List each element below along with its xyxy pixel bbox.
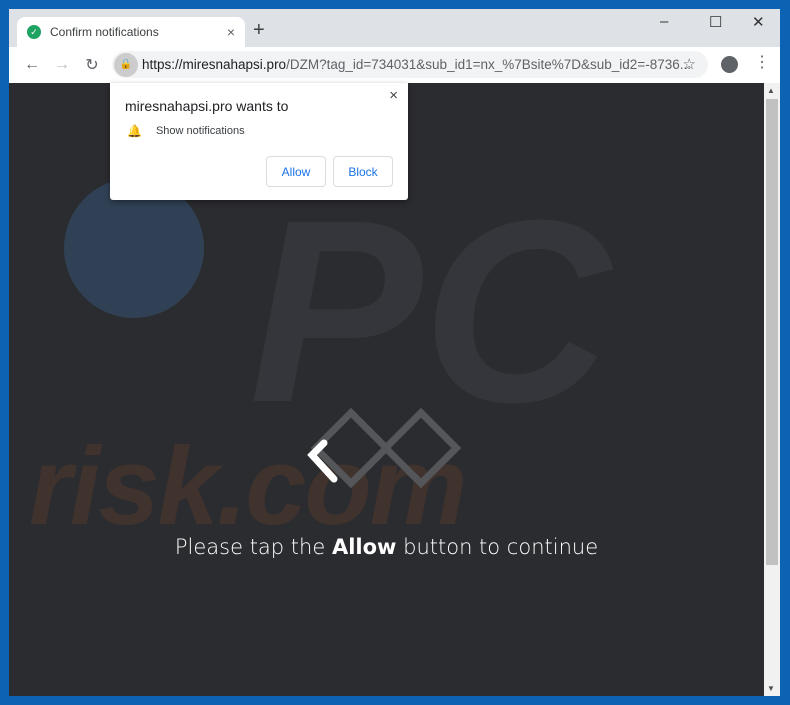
new-tab-button[interactable]: +: [253, 19, 265, 42]
url-host: https://miresnahapsi.pro: [142, 57, 287, 72]
minimize-button[interactable]: –: [660, 13, 668, 30]
maximize-button[interactable]: ☐: [709, 13, 722, 31]
popup-close-icon[interactable]: ×: [389, 87, 398, 104]
scrollbar[interactable]: ▲ ▼: [764, 83, 780, 696]
notification-permission-popup: miresnahapsi.pro wants to × 🔔 Show notif…: [110, 83, 408, 200]
instruction-text: Please tap the Allow button to continue: [9, 535, 764, 559]
tab-close-icon[interactable]: ×: [227, 24, 235, 40]
tab-confirm-notifications[interactable]: ✓ Confirm notifications ×: [17, 17, 245, 47]
reload-button[interactable]: ↻: [77, 55, 107, 75]
menu-kebab-icon[interactable]: ⋮: [754, 52, 770, 72]
scroll-up-icon[interactable]: ▲: [767, 86, 775, 95]
tab-title: Confirm notifications: [50, 25, 159, 39]
scroll-down-icon[interactable]: ▼: [767, 684, 775, 693]
msg-bold: Allow: [331, 535, 397, 559]
msg-after: button to continue: [396, 535, 599, 559]
browser-window: ✓ Confirm notifications × + – ☐ ✕ ← → ↻ …: [9, 9, 780, 696]
lock-icon[interactable]: 🔒: [114, 52, 138, 77]
popup-title: miresnahapsi.pro wants to: [125, 98, 289, 114]
permission-label: Show notifications: [155, 125, 245, 137]
msg-before: Please tap the: [174, 535, 332, 559]
loading-spinner-icon: [307, 407, 462, 489]
back-button[interactable]: ←: [17, 56, 47, 74]
address-bar[interactable]: 🔒 https://miresnahapsi.pro/DZM?tag_id=73…: [112, 51, 708, 78]
check-circle-icon: ✓: [27, 25, 41, 39]
toolbar: ← → ↻ 🔒 https://miresnahapsi.pro/DZM?tag…: [9, 47, 780, 83]
bookmark-star-icon[interactable]: ☆: [683, 55, 696, 73]
bell-icon: 🔔: [127, 124, 142, 138]
url-path: /DZM?tag_id=734031&sub_id1=nx_%7Bsite%7D…: [286, 57, 691, 72]
block-button[interactable]: Block: [333, 156, 393, 187]
scrollbar-thumb[interactable]: [766, 99, 778, 565]
permission-row: 🔔 Show notifications: [127, 124, 245, 138]
close-window-button[interactable]: ✕: [752, 13, 765, 31]
account-icon[interactable]: [721, 56, 738, 73]
forward-button[interactable]: →: [47, 56, 77, 74]
allow-button[interactable]: Allow: [266, 156, 326, 187]
tab-strip: ✓ Confirm notifications × + – ☐ ✕: [9, 9, 780, 47]
